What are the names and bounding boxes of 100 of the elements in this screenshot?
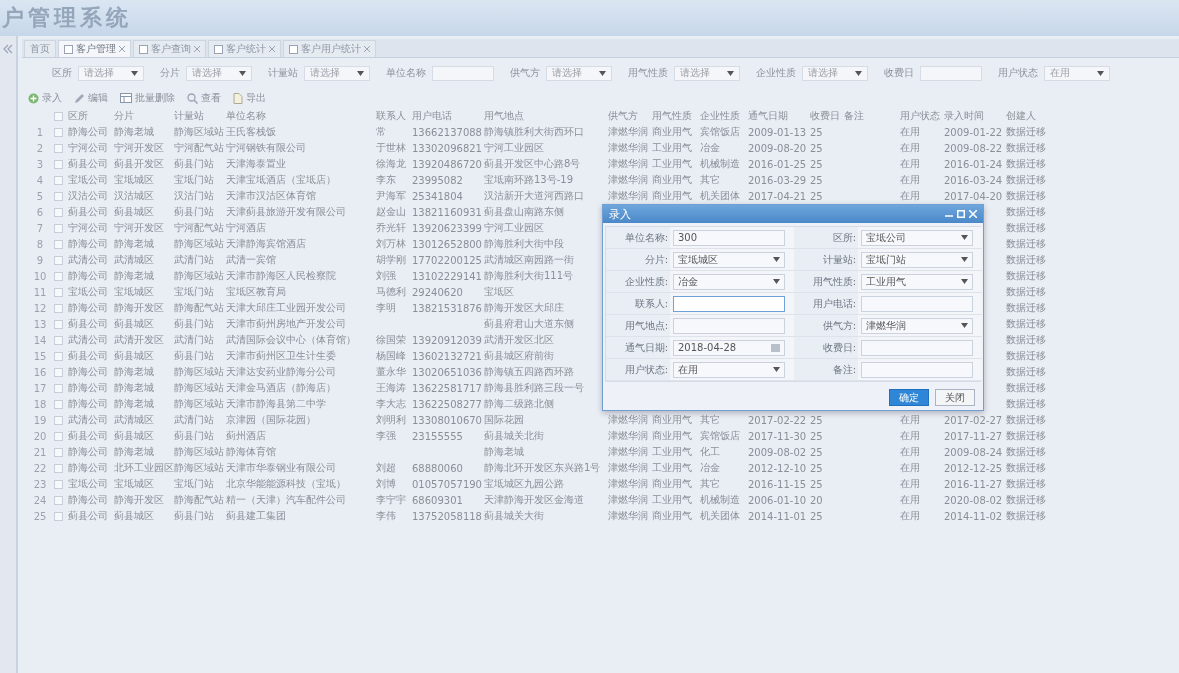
- table-cell-text: 胡学刚: [375, 253, 407, 267]
- select-all-checkbox[interactable]: [53, 111, 63, 121]
- toolbar-button[interactable]: 查看: [187, 91, 221, 105]
- row-checkbox[interactable]: [53, 239, 63, 249]
- row-checkbox[interactable]: [53, 159, 63, 169]
- table-cell-text: 蓟县公司: [67, 509, 109, 523]
- text-field[interactable]: [861, 361, 973, 378]
- filter-dropdown[interactable]: 请选择: [78, 65, 144, 81]
- close-icon[interactable]: [364, 46, 370, 52]
- table-cell-text: 商业用气: [651, 125, 693, 139]
- text-field[interactable]: [861, 295, 973, 312]
- toolbar-button[interactable]: 批量删除: [120, 91, 175, 105]
- table-cell-text: 工业用气: [651, 157, 693, 171]
- dropdown-field[interactable]: 在用: [673, 361, 785, 378]
- caret-icon: [961, 235, 968, 240]
- row-checkbox[interactable]: [53, 143, 63, 153]
- table-cell-text: 宝坻南环路13号-19: [483, 173, 575, 187]
- row-number: 21: [32, 446, 48, 458]
- filter-input[interactable]: [432, 65, 494, 81]
- filter-dropdown[interactable]: 请选择: [674, 65, 740, 81]
- row-checkbox[interactable]: [53, 207, 63, 217]
- table-cell-text: 武清公司: [67, 253, 109, 267]
- close-icon[interactable]: [119, 46, 125, 52]
- row-checkbox[interactable]: [53, 495, 63, 505]
- row-checkbox[interactable]: [53, 383, 63, 393]
- table-cell-text: 静海胜利大街中段: [483, 237, 565, 251]
- toolbar-button[interactable]: 导出: [233, 91, 266, 105]
- filter-dropdown[interactable]: 请选择: [304, 65, 370, 81]
- text-field[interactable]: [673, 317, 785, 334]
- table-cell-text: 化工: [699, 445, 721, 459]
- caret-icon: [599, 70, 606, 76]
- table-cell-text: 13622508277: [411, 398, 482, 410]
- dropdown-field[interactable]: 工业用气: [861, 273, 973, 290]
- close-button[interactable]: 关闭: [935, 389, 975, 406]
- row-checkbox[interactable]: [53, 175, 63, 185]
- row-checkbox[interactable]: [53, 271, 63, 281]
- row-checkbox[interactable]: [53, 191, 63, 201]
- table-cell-text: 静海公司: [67, 397, 109, 411]
- text-field[interactable]: [861, 339, 973, 356]
- table-cell-text: 商业用气: [651, 477, 693, 491]
- row-checkbox[interactable]: [53, 287, 63, 297]
- table-cell-text: 静海区域站: [173, 365, 224, 379]
- row-checkbox[interactable]: [53, 319, 63, 329]
- date-field[interactable]: 2018-04-28: [673, 339, 785, 356]
- column-header: 备注: [843, 109, 865, 123]
- row-checkbox[interactable]: [53, 255, 63, 265]
- table-cell-text: 2016-03-29: [747, 174, 808, 186]
- row-checkbox[interactable]: [53, 447, 63, 457]
- filter-dropdown[interactable]: 请选择: [186, 65, 252, 81]
- filter-input[interactable]: [920, 65, 982, 81]
- filter-dropdown[interactable]: 请选择: [546, 65, 612, 81]
- row-number: 6: [35, 206, 45, 218]
- row-checkbox[interactable]: [53, 479, 63, 489]
- tab[interactable]: 客户查询: [133, 40, 206, 57]
- table-cell-text: 其它: [699, 173, 721, 187]
- tab[interactable]: 客户用户统计: [283, 40, 376, 57]
- caret-icon: [357, 70, 364, 76]
- text-field[interactable]: [673, 295, 785, 312]
- tab[interactable]: 客户管理: [58, 40, 131, 57]
- close-icon[interactable]: [194, 46, 200, 52]
- table-cell-text: 机关团体: [699, 509, 741, 523]
- table-cell-text: 武清门站: [173, 413, 215, 427]
- row-checkbox[interactable]: [53, 463, 63, 473]
- table-cell-text: 蓟县城区府前街: [483, 349, 555, 363]
- row-checkbox[interactable]: [53, 511, 63, 521]
- maximize-icon[interactable]: [957, 210, 965, 218]
- row-checkbox[interactable]: [53, 351, 63, 361]
- row-checkbox[interactable]: [53, 415, 63, 425]
- row-checkbox[interactable]: [53, 335, 63, 345]
- caret-icon: [1097, 70, 1104, 76]
- row-checkbox[interactable]: [53, 367, 63, 377]
- table-cell-text: 津燃华润: [607, 413, 649, 427]
- filter-dropdown[interactable]: 在用: [1044, 65, 1110, 81]
- confirm-button[interactable]: 确定: [889, 389, 929, 406]
- table-cell-text: 宁河钢铁有限公司: [225, 141, 307, 155]
- toolbar-button[interactable]: 编辑: [74, 91, 108, 105]
- row-checkbox[interactable]: [53, 431, 63, 441]
- tab[interactable]: 客户统计: [208, 40, 281, 57]
- collapse-icon[interactable]: [2, 44, 14, 54]
- text-field[interactable]: 300: [673, 229, 785, 246]
- row-checkbox[interactable]: [53, 223, 63, 233]
- table-cell-text: 13821531876: [411, 302, 482, 314]
- row-checkbox[interactable]: [53, 399, 63, 409]
- tab[interactable]: 首页: [24, 40, 56, 57]
- filter-dropdown[interactable]: 请选择: [802, 65, 868, 81]
- caret-icon: [727, 70, 734, 76]
- table-cell-text: 蓟县开发区: [113, 157, 165, 171]
- dropdown-field[interactable]: 宝坻公司: [861, 229, 973, 246]
- dropdown-field[interactable]: 津燃华润: [861, 317, 973, 334]
- dropdown-field[interactable]: 冶金: [673, 273, 785, 290]
- dropdown-field[interactable]: 宝坻门站: [861, 251, 973, 268]
- table-cell-text: 数据迁移: [1005, 189, 1047, 203]
- row-checkbox[interactable]: [53, 127, 63, 137]
- close-icon[interactable]: [269, 46, 275, 52]
- dropdown-field[interactable]: 宝坻城区: [673, 251, 785, 268]
- row-checkbox[interactable]: [53, 303, 63, 313]
- table-cell-text: 赵金山: [375, 205, 407, 219]
- toolbar-button[interactable]: 录入: [28, 91, 62, 105]
- table-cell-text: 武清国际会议中心（体育馆）: [225, 333, 357, 347]
- row-number: 19: [32, 414, 48, 426]
